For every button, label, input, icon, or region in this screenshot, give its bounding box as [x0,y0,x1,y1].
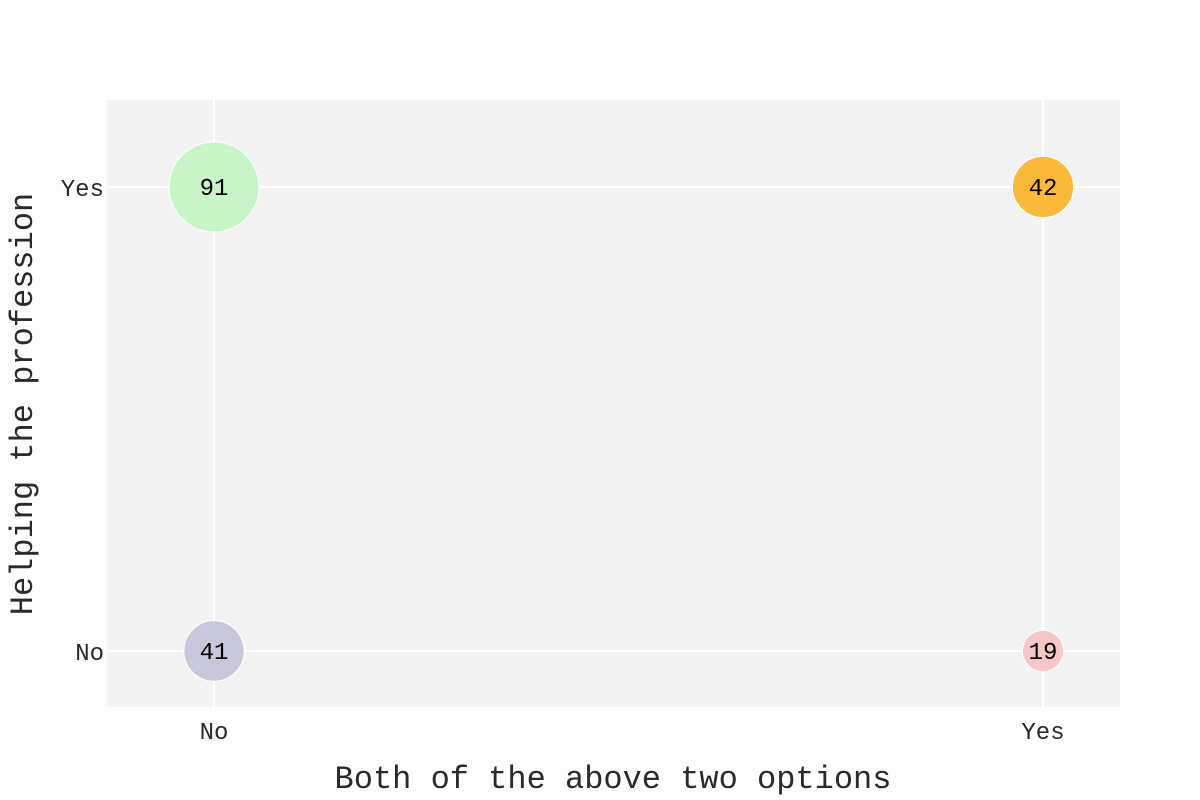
y-axis-title: Helping the profession [5,193,42,615]
x-axis-ticks: No Yes [200,720,1065,747]
bubble-value-label: 42 [1029,176,1058,203]
y-tick-label: Yes [61,177,104,204]
bubble-value-label: 19 [1029,640,1058,667]
y-tick-label: No [75,641,104,668]
x-axis-title: Both of the above two options [335,761,892,798]
bubble-value-label: 91 [200,176,229,203]
x-tick-label: Yes [1021,720,1064,747]
x-tick-label: No [200,720,229,747]
bubble-chart: 91 42 41 19 No Yes No Yes Both of the above t… [5,100,1120,798]
bubble-value-label: 41 [200,640,229,667]
y-axis-ticks: No Yes [61,177,104,668]
